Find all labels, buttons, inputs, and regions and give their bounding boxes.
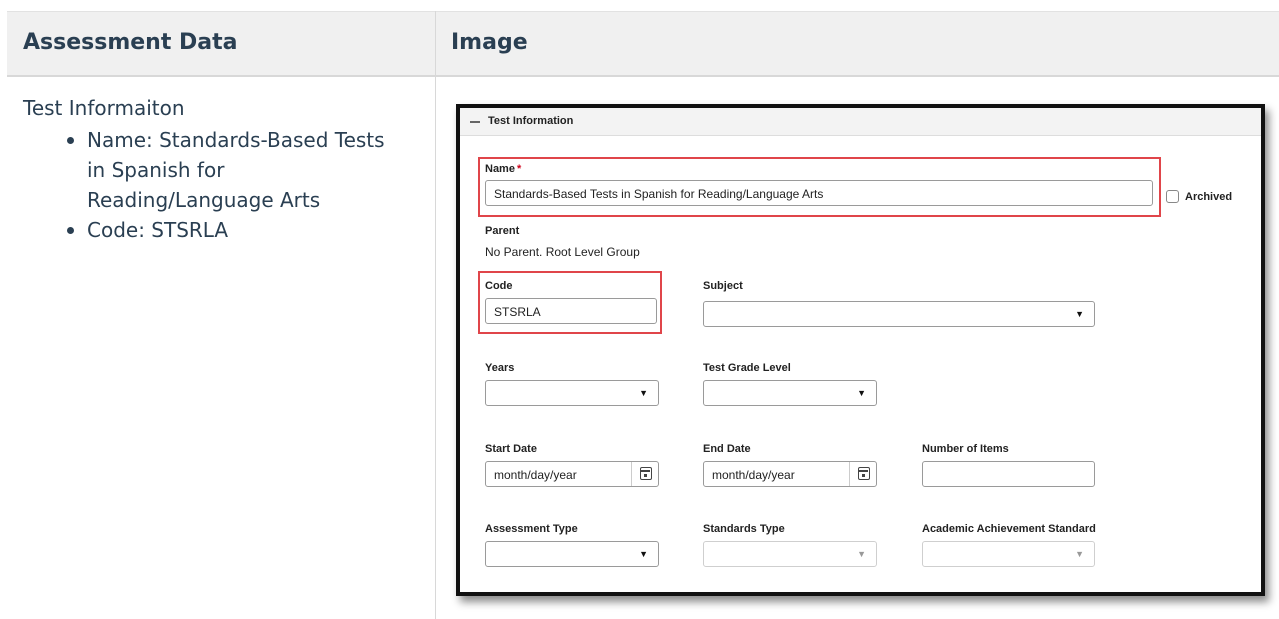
standards-type-label: Standards Type bbox=[703, 523, 785, 535]
academic-achievement-standard-label: Academic Achievement Standard bbox=[922, 523, 1096, 535]
calendar-icon[interactable] bbox=[640, 467, 652, 480]
test-grade-level-label: Test Grade Level bbox=[703, 362, 791, 374]
name-input[interactable]: Standards-Based Tests in Spanish for Rea… bbox=[485, 180, 1153, 206]
date-divider bbox=[849, 462, 850, 486]
archived-checkbox[interactable] bbox=[1166, 190, 1179, 203]
parent-label: Parent bbox=[485, 225, 520, 237]
end-date-label: End Date bbox=[703, 443, 751, 455]
archived-label: Archived bbox=[1185, 191, 1233, 203]
assessment-data-cell: Test Informaiton Name: Standards-Based T… bbox=[23, 93, 423, 245]
header-assessment-data: Assessment Data bbox=[23, 30, 238, 55]
section-title: Test Information bbox=[488, 115, 574, 127]
end-date-input[interactable]: month/day/year bbox=[703, 461, 877, 487]
code-label: Code bbox=[485, 280, 513, 292]
test-information-lead: Test Informaiton bbox=[23, 96, 185, 120]
chevron-down-icon: ▼ bbox=[1075, 309, 1084, 319]
years-select[interactable]: ▼ bbox=[485, 380, 659, 406]
list-item-name: Name: Standards-Based Tests in Spanish f… bbox=[67, 125, 407, 215]
collapse-icon[interactable] bbox=[470, 121, 480, 123]
test-grade-level-select[interactable]: ▼ bbox=[703, 380, 877, 406]
required-marker: * bbox=[516, 163, 522, 175]
assessment-type-select[interactable]: ▼ bbox=[485, 541, 659, 567]
number-of-items-label: Number of Items bbox=[922, 443, 1009, 455]
name-label: Name * bbox=[485, 163, 522, 175]
document-table: Assessment Data Image Test Informaiton N… bbox=[7, 11, 1279, 619]
academic-achievement-standard-select[interactable]: ▼ bbox=[922, 541, 1095, 567]
subject-label: Subject bbox=[703, 280, 743, 292]
list-item-code: Code: STSRLA bbox=[67, 215, 407, 245]
start-date-placeholder: month/day/year bbox=[494, 468, 577, 482]
number-of-items-input[interactable] bbox=[922, 461, 1095, 487]
calendar-icon[interactable] bbox=[858, 467, 870, 480]
start-date-input[interactable]: month/day/year bbox=[485, 461, 659, 487]
subject-select[interactable]: ▼ bbox=[703, 301, 1095, 327]
standards-type-select[interactable]: ▼ bbox=[703, 541, 877, 567]
chevron-down-icon: ▼ bbox=[639, 388, 648, 398]
table-header-row: Assessment Data Image bbox=[7, 11, 1279, 77]
code-input[interactable]: STSRLA bbox=[485, 298, 657, 324]
section-header[interactable]: Test Information bbox=[460, 108, 1261, 136]
chevron-down-icon: ▼ bbox=[857, 388, 866, 398]
screenshot-test-information-form: Test Information Name * Standards-Based T… bbox=[456, 104, 1265, 596]
years-label: Years bbox=[485, 362, 515, 374]
end-date-placeholder: month/day/year bbox=[712, 468, 795, 482]
header-image: Image bbox=[451, 30, 528, 55]
chevron-down-icon: ▼ bbox=[1075, 549, 1084, 559]
date-divider bbox=[631, 462, 632, 486]
chevron-down-icon: ▼ bbox=[857, 549, 866, 559]
assessment-data-list: Name: Standards-Based Tests in Spanish f… bbox=[67, 125, 423, 245]
column-divider bbox=[435, 11, 436, 619]
chevron-down-icon: ▼ bbox=[639, 549, 648, 559]
assessment-type-label: Assessment Type bbox=[485, 523, 578, 535]
parent-value: No Parent. Root Level Group bbox=[485, 245, 640, 259]
start-date-label: Start Date bbox=[485, 443, 537, 455]
